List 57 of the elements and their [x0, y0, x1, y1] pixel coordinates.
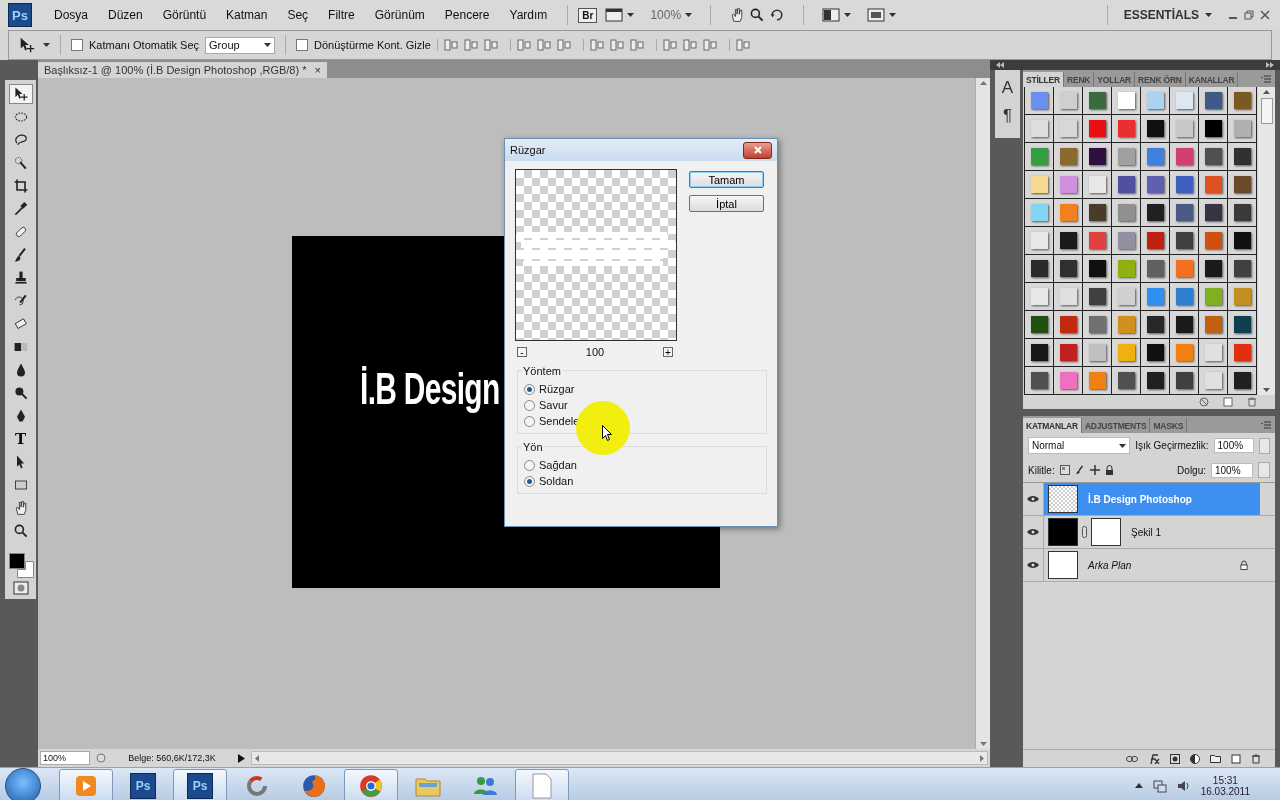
zoom-out-button[interactable]: -	[517, 347, 527, 357]
lock-label: Kilitle:	[1028, 464, 1055, 476]
radio-label: Sendele	[539, 415, 580, 427]
panel-tab[interactable]: KATMANLAR	[1023, 418, 1082, 433]
tab-close-button[interactable]: ×	[314, 64, 321, 76]
checkbox-label: Dönüştürme Kont. Gizle	[314, 39, 431, 51]
menu-item[interactable]: Pencere	[434, 8, 500, 22]
fill-field[interactable]: 100%	[1211, 462, 1253, 478]
app-logo: Ps	[8, 3, 32, 27]
app-icon: Ps	[187, 772, 213, 799]
layer-name: İ.B Design Photoshop	[1088, 493, 1192, 505]
dock-panel-icon[interactable]: A	[1001, 78, 1014, 98]
opacity-field[interactable]: 100%	[1213, 438, 1254, 453]
menu-item[interactable]: Katman	[216, 8, 278, 22]
menu-item[interactable]: Görüntü	[152, 8, 217, 22]
menu-item[interactable]: Seç	[277, 8, 319, 22]
zoom-field[interactable]: 100%	[40, 751, 90, 765]
layer-row[interactable]: Arka Plan	[1044, 549, 1260, 581]
dock-panel-icon[interactable]: ¶	[1002, 106, 1013, 126]
dialog-title: Rüzgar	[510, 144, 546, 156]
group-title: Yöntem	[522, 365, 562, 377]
radio-label: Soldan	[539, 475, 574, 487]
radio-label: Rüzgar	[539, 383, 575, 395]
opacity-label: Işık Geçirmezlik:	[1135, 440, 1209, 451]
menu-item[interactable]: Görünüm	[364, 8, 435, 22]
type-tool[interactable]: T	[8, 429, 33, 449]
checkbox-label: Katmanı Otomatik Seç	[89, 39, 200, 51]
layer-name: Şekil 1	[1131, 526, 1161, 538]
menu-item[interactable]: Filtre	[318, 8, 365, 22]
radio-label: Sağdan	[539, 459, 577, 471]
document-info: Belge: 560,6K/172,3K	[127, 753, 217, 763]
taskbar-button[interactable]: Ps	[173, 768, 227, 800]
radio-label: Savur	[539, 399, 568, 411]
layer-name: Arka Plan	[1088, 559, 1132, 571]
clock[interactable]: 15:31 16.03.2011	[1200, 774, 1250, 797]
group-title: Yön	[522, 441, 544, 453]
bridge-button[interactable]: Br	[578, 7, 598, 23]
layer-row[interactable]: Şekil 1	[1044, 516, 1260, 548]
app-icon: Ps	[130, 772, 156, 799]
panel-tab[interactable]: MASKS	[1150, 418, 1188, 433]
auto-select-dropdown[interactable]: Group	[205, 36, 276, 54]
preview-zoom: 100	[585, 346, 605, 358]
document-tab[interactable]: Başlıksız-1 @ 100% (İ.B Design Photoshop ,RGB/8) * ×	[38, 62, 327, 78]
zoom-level[interactable]: 100%	[650, 8, 682, 22]
dialog-button[interactable]: İptal	[689, 195, 764, 212]
taskbar-button[interactable]: Ps	[116, 768, 170, 800]
menu-item[interactable]: Düzen	[98, 8, 153, 22]
menu-item[interactable]: Yardım	[499, 8, 558, 22]
dialog-button[interactable]: Tamam	[689, 171, 764, 188]
fill-label: Dolgu:	[1177, 464, 1206, 476]
panel-tab[interactable]: ADJUSTMENTS	[1081, 418, 1151, 433]
workspace-switcher[interactable]: ESSENTİALS	[1123, 8, 1199, 22]
menu-item[interactable]: Dosya	[44, 8, 98, 22]
blend-mode-dropdown[interactable]: Normal	[1028, 437, 1131, 454]
zoom-in-button[interactable]: +	[663, 347, 673, 357]
panel-tab[interactable]: STİLLER	[1023, 72, 1064, 87]
canvas-text: İ.B Design	[360, 364, 500, 414]
